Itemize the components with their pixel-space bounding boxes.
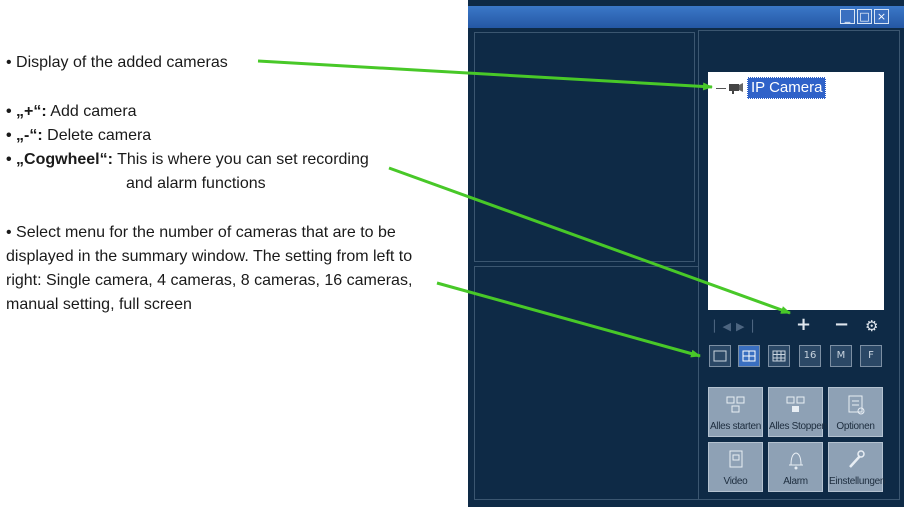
arrow-to-view-buttons — [436, 281, 701, 358]
callout-arrows — [257, 59, 791, 358]
arrow-to-camera-list — [257, 59, 713, 91]
arrow-to-controls — [388, 166, 791, 315]
